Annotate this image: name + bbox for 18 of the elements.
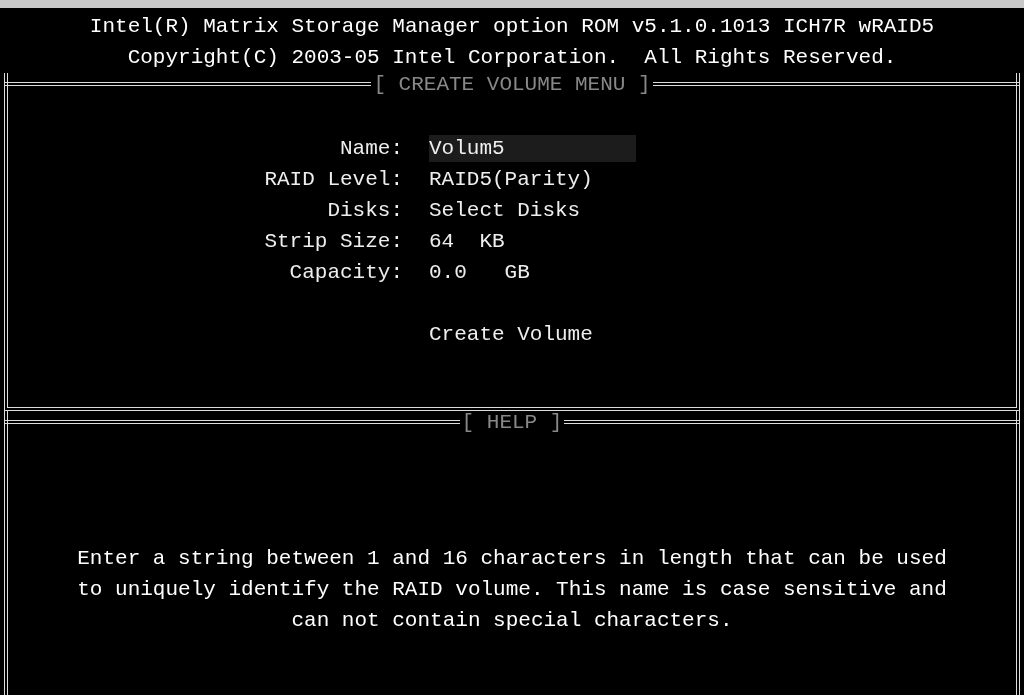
create-volume-option[interactable]: Create Volume [429, 319, 593, 350]
header-text: Copyright(C) 2003-05 Intel Corporation. All Rights Reserved. [127, 45, 897, 71]
panel-title: [ CREATE VOLUME MENU ] [372, 73, 652, 97]
help-text: can not contain special characters. [291, 608, 733, 634]
field-label: Capacity: [288, 260, 403, 286]
panel-title: [ HELP ] [460, 411, 564, 435]
field-label: RAID Level: [263, 167, 403, 193]
header-text: Intel(R) Matrix Storage Manager option ROM v5.1.0.1013 ICH7R wRAID5 [89, 14, 935, 40]
field-value[interactable]: Select Disks [429, 197, 581, 224]
field-label: Name: [339, 136, 403, 162]
field-label: Strip Size: [263, 229, 403, 255]
field-value[interactable]: 64 KB [429, 228, 505, 255]
field-label: Disks: [326, 198, 403, 224]
help-text: Enter a string between 1 and 16 characters in length that can be used [77, 546, 947, 572]
help-text: to uniquely identify the RAID volume. This name is case sensitive and [77, 577, 947, 603]
field-value[interactable]: 0.0 GB [429, 259, 530, 286]
field-value[interactable]: RAID5(Parity) [429, 166, 593, 193]
field-value[interactable]: Volum5 [429, 135, 636, 162]
